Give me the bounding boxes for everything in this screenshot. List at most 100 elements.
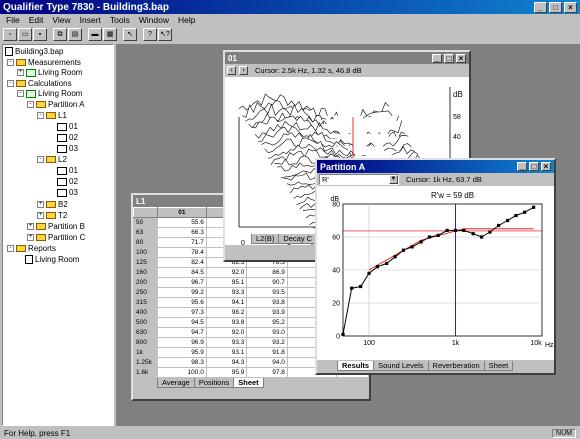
row-header[interactable]: 125 bbox=[133, 257, 158, 268]
row-header[interactable]: 1.6k bbox=[133, 367, 158, 377]
minimize-button[interactable]: _ bbox=[517, 162, 527, 171]
row-header[interactable]: 800 bbox=[133, 337, 158, 348]
table-cell[interactable]: 97.8 bbox=[246, 367, 288, 377]
table-cell[interactable]: 95.6 bbox=[157, 297, 207, 308]
table-cell[interactable]: 66.3 bbox=[157, 227, 207, 238]
tree-l2-02[interactable]: 02 bbox=[57, 177, 78, 186]
sheet-col-header[interactable] bbox=[133, 207, 158, 218]
chevron-down-icon[interactable]: ▼ bbox=[389, 175, 398, 184]
tree-rep-living-room[interactable]: Living Room bbox=[25, 255, 79, 264]
table-cell[interactable]: 93.3 bbox=[205, 337, 248, 348]
tree-l2-01[interactable]: 01 bbox=[57, 166, 78, 175]
row-header[interactable]: 80 bbox=[133, 237, 158, 248]
menu-file[interactable]: File bbox=[6, 15, 20, 25]
new-icon[interactable]: ▫ bbox=[3, 28, 17, 41]
tree-l2[interactable]: - L2 bbox=[37, 155, 67, 164]
table-cell[interactable]: 94.5 bbox=[157, 317, 207, 328]
table-cell[interactable]: 93.9 bbox=[246, 307, 288, 318]
table-cell[interactable]: 86.9 bbox=[246, 267, 288, 278]
menu-window[interactable]: Window bbox=[139, 15, 169, 25]
row-header[interactable]: 315 bbox=[133, 297, 158, 308]
cursor-icon[interactable]: ↖ bbox=[123, 28, 137, 41]
expand-icon[interactable]: + bbox=[37, 212, 44, 219]
chart-icon[interactable]: ▦ bbox=[103, 28, 117, 41]
row-header[interactable]: 160 bbox=[133, 267, 158, 278]
tree-reports[interactable]: - Reports bbox=[7, 244, 56, 253]
table-cell[interactable]: 94.3 bbox=[205, 357, 248, 368]
maximize-button[interactable]: □ bbox=[529, 162, 539, 171]
table-cell[interactable]: 96.9 bbox=[157, 337, 207, 348]
table-cell[interactable]: 96.7 bbox=[157, 277, 207, 288]
whats-this-icon[interactable]: ↖? bbox=[158, 28, 172, 41]
tree-partition-b[interactable]: + Partition B bbox=[27, 222, 85, 231]
tab-sheet[interactable]: Sheet bbox=[483, 361, 514, 371]
collapse-icon[interactable]: - bbox=[37, 112, 44, 119]
folder-icon[interactable]: ▬ bbox=[88, 28, 102, 41]
rw-chart[interactable]: R'w = 59 dBdB806040200100 1k 10k Hz bbox=[317, 186, 554, 360]
menu-help[interactable]: Help bbox=[178, 15, 195, 25]
collapse-icon[interactable]: - bbox=[17, 90, 24, 97]
row-header[interactable]: 200 bbox=[133, 277, 158, 288]
close-button[interactable]: × bbox=[456, 53, 466, 63]
tree-calculations[interactable]: - Calculations bbox=[7, 79, 72, 88]
parameter-select[interactable]: R' ▼ bbox=[319, 174, 399, 185]
collapse-icon[interactable]: - bbox=[7, 80, 14, 87]
maximize-button[interactable]: □ bbox=[549, 1, 562, 13]
tab-decay[interactable]: Decay C bbox=[278, 234, 318, 244]
tree-t2[interactable]: + T2 bbox=[37, 211, 67, 220]
table-cell[interactable]: 78.4 bbox=[157, 247, 207, 258]
table-cell[interactable]: 91.8 bbox=[246, 347, 288, 358]
help-icon[interactable]: ? bbox=[143, 28, 157, 41]
expand-icon[interactable]: + bbox=[17, 69, 24, 76]
expand-icon[interactable]: + bbox=[27, 223, 34, 230]
tree-root[interactable]: Building3.bap bbox=[5, 47, 63, 56]
row-header[interactable]: 1.25k bbox=[133, 357, 158, 368]
table-cell[interactable]: 93.8 bbox=[246, 297, 288, 308]
row-header[interactable]: 1k bbox=[133, 347, 158, 358]
sheet-col-header[interactable]: 01 bbox=[157, 207, 207, 218]
row-header[interactable]: 250 bbox=[133, 287, 158, 298]
menu-insert[interactable]: Insert bbox=[80, 15, 101, 25]
table-cell[interactable]: 95.1 bbox=[205, 277, 248, 288]
table-cell[interactable]: 82.4 bbox=[157, 257, 207, 268]
table-cell[interactable]: 97.3 bbox=[157, 307, 207, 318]
partition-window[interactable]: Partition A _ □ × R' ▼ Cursor: 1k Hz, 63… bbox=[315, 158, 556, 375]
table-cell[interactable]: 94.0 bbox=[246, 357, 288, 368]
table-cell[interactable]: 93.2 bbox=[246, 337, 288, 348]
tab-reverberation[interactable]: Reverberation bbox=[427, 361, 485, 371]
tab-average[interactable]: Average bbox=[157, 378, 195, 388]
tree-l1-01[interactable]: 01 bbox=[57, 122, 78, 131]
table-cell[interactable]: 98.3 bbox=[157, 357, 207, 368]
tree-l1[interactable]: - L1 bbox=[37, 111, 67, 120]
row-header[interactable]: 50 bbox=[133, 217, 158, 228]
table-cell[interactable]: 92.0 bbox=[205, 267, 248, 278]
expand-icon[interactable]: + bbox=[37, 201, 44, 208]
table-cell[interactable]: 71.7 bbox=[157, 237, 207, 248]
table-cell[interactable]: 55.6 bbox=[157, 217, 207, 228]
collapse-icon[interactable]: - bbox=[27, 101, 34, 108]
row-header[interactable]: 630 bbox=[133, 327, 158, 338]
nav-right-icon[interactable]: › bbox=[239, 66, 248, 75]
close-button[interactable]: × bbox=[564, 1, 577, 13]
table-cell[interactable]: 93.1 bbox=[205, 347, 248, 358]
copy-icon[interactable]: ⧉ bbox=[53, 28, 67, 41]
row-header[interactable]: 500 bbox=[133, 317, 158, 328]
tree-b2[interactable]: + B2 bbox=[37, 200, 68, 209]
tree-l1-03[interactable]: 03 bbox=[57, 144, 78, 153]
tree-l2-03[interactable]: 03 bbox=[57, 188, 78, 197]
close-button[interactable]: × bbox=[541, 162, 551, 171]
menu-view[interactable]: View bbox=[52, 15, 70, 25]
expand-icon[interactable]: + bbox=[27, 234, 34, 241]
menu-tools[interactable]: Tools bbox=[110, 15, 130, 25]
table-cell[interactable]: 95.9 bbox=[205, 367, 248, 377]
tree-l1-02[interactable]: 02 bbox=[57, 133, 78, 142]
tab-l2b[interactable]: L2(B) bbox=[251, 234, 280, 244]
table-cell[interactable]: 93.3 bbox=[205, 287, 248, 298]
table-cell[interactable]: 95.9 bbox=[157, 347, 207, 358]
table-cell[interactable]: 100.0 bbox=[157, 367, 207, 377]
tab-sheet[interactable]: Sheet bbox=[233, 378, 264, 388]
tab-sound-levels[interactable]: Sound Levels bbox=[373, 361, 429, 371]
table-cell[interactable]: 93.5 bbox=[246, 287, 288, 298]
menu-edit[interactable]: Edit bbox=[29, 15, 44, 25]
table-cell[interactable]: 84.5 bbox=[157, 267, 207, 278]
